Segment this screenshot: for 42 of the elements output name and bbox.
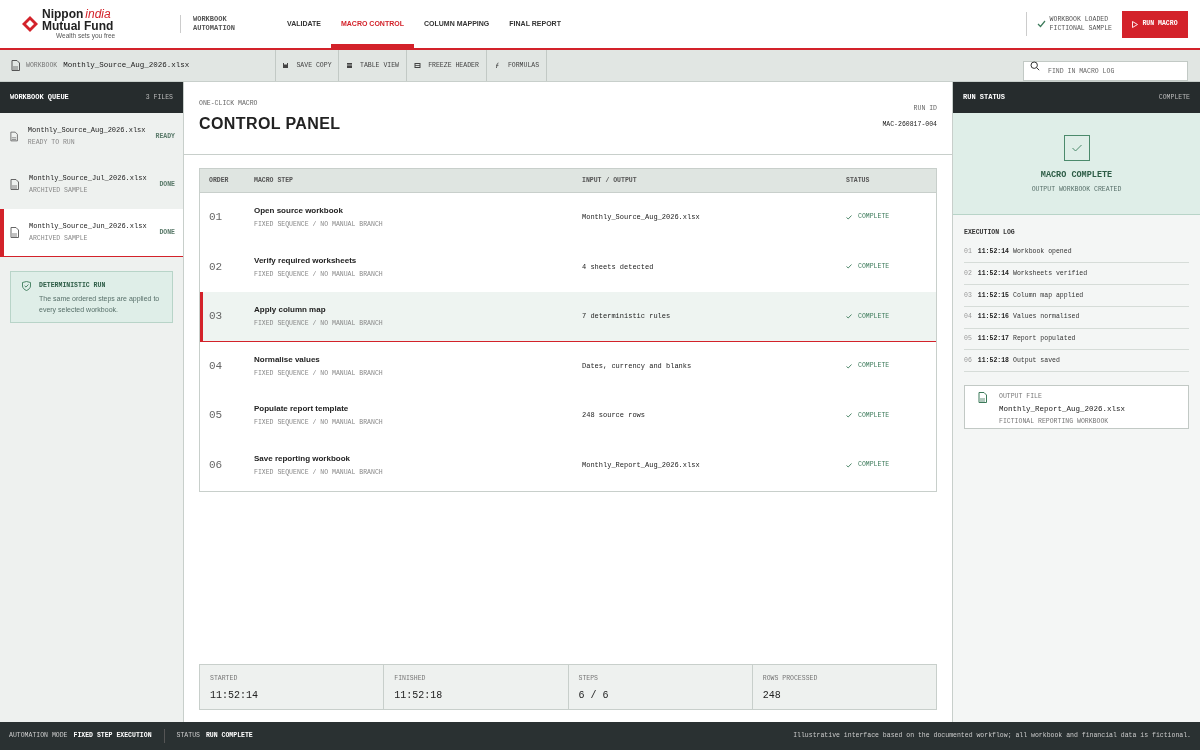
check-icon bbox=[846, 462, 852, 468]
order-cell-text: 01 bbox=[208, 210, 224, 226]
step-name: Verify required worksheets bbox=[254, 254, 358, 267]
file-icon bbox=[10, 179, 19, 190]
step-name: Open source workbook bbox=[254, 204, 344, 217]
shield-check-icon bbox=[22, 281, 31, 291]
file-icon bbox=[11, 60, 20, 71]
summary-value: 11:52:14 bbox=[210, 688, 259, 703]
step-name: Apply column map bbox=[254, 304, 327, 317]
freeze-icon bbox=[414, 62, 422, 69]
step-name: Populate report template bbox=[254, 403, 350, 416]
check-icon bbox=[1036, 20, 1046, 28]
play-icon bbox=[1132, 20, 1139, 28]
formula-icon bbox=[493, 62, 501, 69]
logo-icon bbox=[22, 16, 38, 32]
summary-value: 11:52:18 bbox=[394, 688, 444, 703]
brand-name: Mutual Fund bbox=[42, 20, 114, 33]
brand-name: Nippon bbox=[42, 8, 84, 21]
order-cell-text: 03 bbox=[208, 309, 224, 325]
panel-title: CONTROL PANEL bbox=[199, 113, 341, 134]
order-cell-text: 06 bbox=[208, 458, 224, 473]
search-icon bbox=[1030, 60, 1040, 71]
step-name: Normalise values bbox=[254, 353, 321, 366]
file-icon bbox=[10, 227, 19, 238]
table-icon bbox=[346, 62, 353, 69]
order-cell-text: 05 bbox=[208, 408, 224, 424]
check-icon bbox=[846, 413, 852, 419]
check-icon bbox=[846, 314, 852, 319]
brand-accent: india bbox=[85, 8, 111, 21]
check-icon bbox=[846, 214, 852, 220]
order-cell-text: 02 bbox=[208, 259, 224, 275]
summary-value: 6 / 6 bbox=[578, 688, 610, 703]
check-icon bbox=[846, 264, 852, 270]
completion-title: MACRO COMPLETE bbox=[1040, 169, 1113, 182]
summary-value: 248 bbox=[762, 688, 782, 703]
check-icon bbox=[846, 363, 852, 369]
save-icon bbox=[282, 62, 290, 69]
file-icon bbox=[978, 391, 987, 403]
step-name: Save reporting workbook bbox=[254, 452, 352, 465]
check-icon bbox=[1063, 135, 1090, 161]
file-icon bbox=[10, 131, 18, 142]
order-cell-text: 04 bbox=[208, 358, 224, 374]
